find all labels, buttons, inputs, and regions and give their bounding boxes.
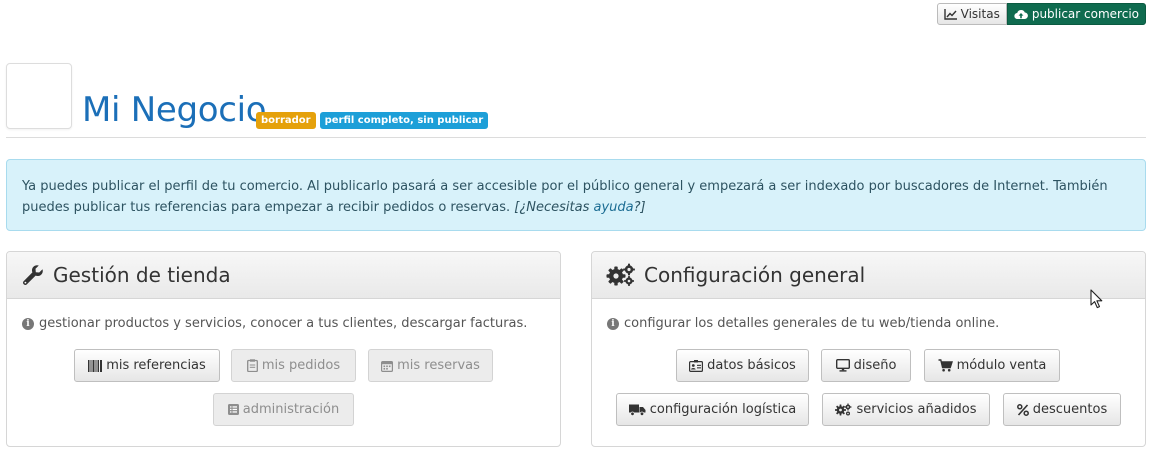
percent-icon — [1016, 403, 1029, 416]
calendar-icon — [381, 360, 394, 372]
header-divider — [6, 137, 1146, 138]
clipboard-icon — [246, 359, 258, 372]
general-config-description: i configurar los detalles generales de t… — [607, 316, 1145, 331]
basic-data-label: datos básicos — [707, 358, 796, 373]
store-management-panel: Gestión de tienda i gestionar productos … — [6, 251, 561, 447]
top-actions: Visitas publicar comercio — [936, 3, 1146, 25]
mouse-cursor-icon — [1090, 289, 1103, 309]
added-services-button[interactable]: servicios añadidos — [822, 393, 990, 426]
page-title: Mi Negocio — [82, 90, 267, 130]
wrench-icon — [23, 265, 43, 285]
my-references-button[interactable]: mis referencias — [74, 349, 220, 382]
barcode-icon — [88, 359, 103, 372]
cloud-upload-icon — [1014, 9, 1028, 19]
gears-icon — [606, 263, 635, 286]
sales-module-button[interactable]: módulo venta — [924, 349, 1060, 382]
visits-button[interactable]: Visitas — [936, 3, 1007, 25]
desktop-icon — [835, 359, 850, 372]
design-label: diseño — [853, 358, 897, 373]
publish-info-alert: Ya puedes publicar el perfil de tu comer… — [6, 159, 1146, 231]
truck-icon — [628, 404, 646, 416]
general-config-panel: Configuración general i configurar los d… — [591, 251, 1146, 447]
cogs-icon — [835, 403, 852, 416]
store-logo-placeholder[interactable] — [6, 63, 72, 129]
sales-module-label: módulo venta — [956, 358, 1047, 373]
logistics-config-button[interactable]: configuración logística — [616, 393, 809, 426]
my-bookings-label: mis reservas — [397, 358, 480, 373]
id-card-icon — [689, 359, 704, 372]
store-description-text: gestionar productos y servicios, conocer… — [39, 316, 528, 331]
visits-label: Visitas — [960, 7, 1000, 21]
help-suffix: ?] — [633, 200, 646, 215]
publish-store-button[interactable]: publicar comercio — [1006, 3, 1146, 25]
my-bookings-button[interactable]: mis reservas — [368, 349, 493, 382]
discounts-button[interactable]: descuentos — [1003, 393, 1121, 426]
store-management-description: i gestionar productos y servicios, conoc… — [22, 316, 560, 331]
general-config-header: Configuración general — [592, 252, 1145, 299]
administration-button[interactable]: administración — [213, 393, 354, 426]
store-management-header: Gestión de tienda — [7, 252, 560, 299]
help-link[interactable]: ayuda — [593, 200, 633, 215]
design-button[interactable]: diseño — [821, 349, 911, 382]
added-services-label: servicios añadidos — [856, 402, 977, 417]
status-badges: borrador perfil completo, sin publicar — [256, 112, 489, 129]
administration-label: administración — [242, 402, 340, 417]
publish-label: publicar comercio — [1031, 7, 1139, 21]
info-icon: i — [607, 317, 619, 330]
shopping-cart-icon — [938, 359, 953, 372]
general-config-title: Configuración general — [644, 263, 866, 287]
my-orders-label: mis pedidos — [261, 358, 341, 373]
help-prefix: [¿Necesitas — [514, 200, 594, 215]
draft-badge: borrador — [256, 112, 316, 129]
discounts-label: descuentos — [1032, 402, 1108, 417]
list-alt-icon — [227, 404, 239, 415]
config-description-text: configurar los detalles generales de tu … — [624, 316, 1000, 331]
line-chart-icon — [943, 8, 957, 20]
my-references-label: mis referencias — [106, 358, 206, 373]
logistics-config-label: configuración logística — [649, 402, 797, 417]
profile-status-badge: perfil completo, sin publicar — [319, 112, 489, 129]
my-orders-button[interactable]: mis pedidos — [231, 349, 356, 382]
info-icon: i — [22, 317, 34, 330]
basic-data-button[interactable]: datos básicos — [676, 349, 809, 382]
store-management-title: Gestión de tienda — [53, 263, 231, 287]
